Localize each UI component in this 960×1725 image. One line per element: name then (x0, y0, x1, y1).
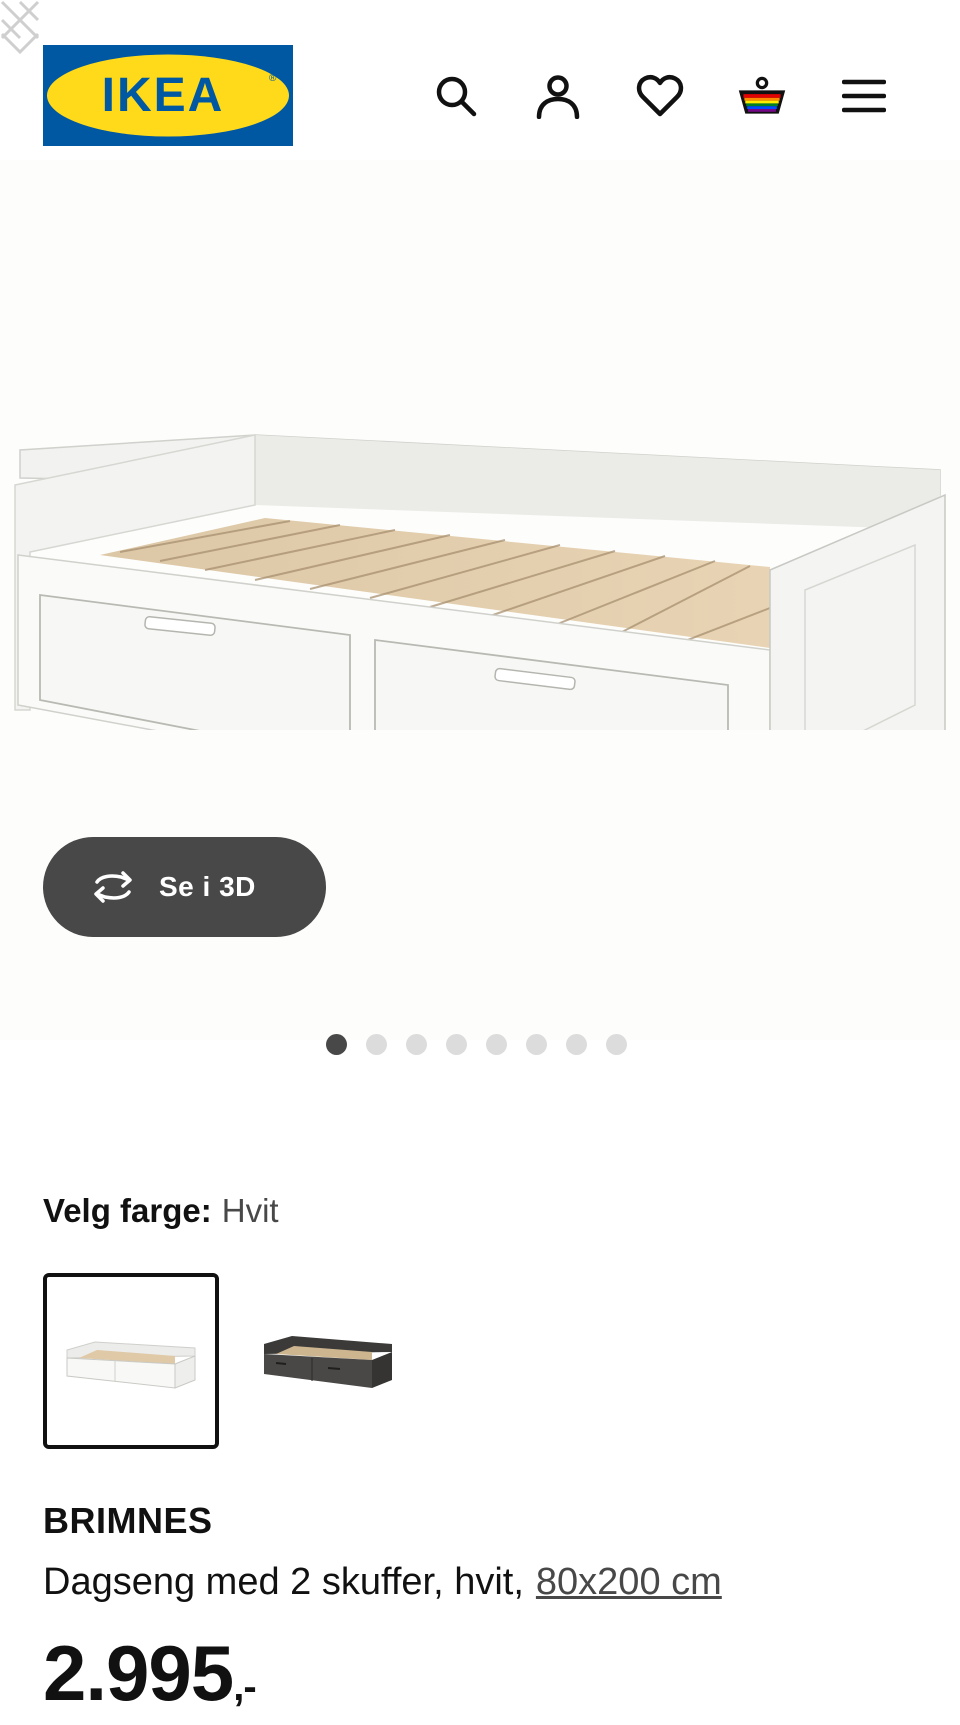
account-button[interactable] (532, 70, 584, 122)
gallery-dot-5[interactable] (486, 1034, 507, 1055)
gallery-dot-1[interactable] (326, 1034, 347, 1055)
product-size-link[interactable]: 80x200 cm (536, 1561, 722, 1603)
heart-icon (636, 74, 684, 117)
selected-color-value: Hvit (221, 1192, 279, 1229)
price-suffix: ,- (233, 1665, 256, 1709)
view-in-3d-label: Se i 3D (159, 871, 256, 902)
rotate-3d-icon (94, 871, 132, 903)
site-header: IKEA ® (0, 0, 960, 160)
gallery-dot-6[interactable] (526, 1034, 547, 1055)
logo-text: IKEA (102, 69, 225, 122)
ikea-logo[interactable]: IKEA ® (43, 45, 293, 146)
swatch-image-black-daybed (264, 1336, 392, 1388)
swatch-image-white-daybed (66, 1341, 196, 1389)
gallery-pagination (326, 1034, 627, 1056)
color-selector-label: Velg farge: Hvit (43, 1192, 279, 1230)
menu-button[interactable] (838, 70, 890, 122)
color-swatch-black-brown[interactable] (240, 1273, 416, 1449)
product-price: 2.995,- (43, 1634, 257, 1725)
product-description: Dagseng med 2 skuffer, hvit, 80x200 cm (43, 1561, 722, 1604)
color-swatch-white[interactable] (43, 1273, 219, 1449)
price-amount: 2.995 (43, 1629, 234, 1717)
gallery-dot-2[interactable] (366, 1034, 387, 1055)
user-icon (536, 75, 580, 119)
search-icon (436, 76, 477, 117)
product-gallery[interactable]: Se i 3D (0, 160, 960, 1040)
gallery-dot-7[interactable] (566, 1034, 587, 1055)
wishlist-button[interactable] (634, 70, 686, 122)
svg-text:®: ® (269, 73, 277, 84)
gallery-dot-4[interactable] (446, 1034, 467, 1055)
menu-icon (842, 79, 886, 113)
gallery-dot-3[interactable] (406, 1034, 427, 1055)
view-in-3d-button[interactable]: Se i 3D (43, 837, 326, 937)
basket-icon (738, 76, 786, 114)
product-description-text: Dagseng med 2 skuffer, hvit, (43, 1561, 524, 1603)
color-label: Velg farge: (43, 1192, 212, 1229)
search-button[interactable] (430, 70, 482, 122)
cart-button[interactable] (736, 70, 788, 122)
gallery-dot-8[interactable] (606, 1034, 627, 1055)
product-image-daybed-white (14, 434, 946, 730)
product-name: BRIMNES (43, 1500, 213, 1541)
